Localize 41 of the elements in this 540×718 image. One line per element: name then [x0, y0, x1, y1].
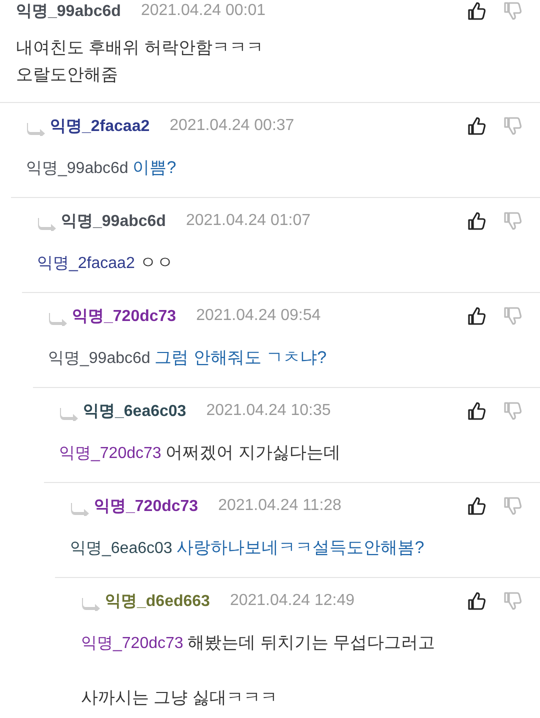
comment-time: 2021.04.24 10:35	[206, 402, 331, 420]
thumbs-down-icon[interactable]	[502, 306, 522, 326]
comment-text: 익명_720dc73 해봤는데 뒤치기는 무섭다그러고 사까시는 그냥 싫대ㅋㅋㅋ	[81, 632, 436, 709]
thumbs-up-icon[interactable]	[466, 211, 486, 231]
thumbs-down-icon[interactable]	[502, 591, 522, 611]
reply-arrow-icon	[26, 122, 46, 136]
thumbs-up-icon[interactable]	[466, 496, 486, 516]
reply-arrow-icon	[37, 217, 57, 231]
thumbs-up-icon[interactable]	[466, 591, 486, 611]
comment-time: 2021.04.24 01:07	[186, 212, 310, 230]
thumbs-down-icon[interactable]	[502, 116, 522, 136]
author-name[interactable]: 익명_2facaa2	[50, 116, 150, 136]
comment-time: 2021.04.24 00:01	[140, 2, 266, 20]
thumbs-up-icon[interactable]	[466, 1, 486, 21]
thumbs-down-icon[interactable]	[502, 496, 522, 516]
thumbs-up-icon[interactable]	[466, 116, 486, 136]
thumbs-down-icon[interactable]	[502, 401, 522, 421]
thumbs-down-icon[interactable]	[502, 211, 522, 231]
comment-text: 익명_720dc73 어쩌겠어 지가싫다는데	[59, 442, 342, 464]
thumbs-up-icon[interactable]	[466, 401, 486, 421]
comment-time: 2021.04.24 12:49	[230, 592, 354, 610]
author-name[interactable]: 익명_99abc6d	[61, 210, 166, 232]
author-name[interactable]: 익명_99abc6d	[16, 0, 121, 22]
reply-arrow-icon	[81, 597, 101, 611]
author-name[interactable]: 익명_6ea6c03	[83, 400, 186, 422]
comment-time: 2021.04.24 09:54	[196, 307, 321, 325]
reply-arrow-icon	[59, 407, 79, 421]
comment-time: 2021.04.24 00:37	[170, 117, 294, 135]
comment-text: 익명_6ea6c03 사랑하나보네ㅋㅋ설득도안해봄?	[70, 537, 426, 559]
thumbs-down-icon[interactable]	[502, 1, 522, 21]
author-name[interactable]: 익명_720dc73	[72, 306, 176, 326]
author-name[interactable]: 익명_720dc73	[94, 496, 198, 516]
reply-arrow-icon	[48, 312, 68, 326]
comment-time: 2021.04.24 11:28	[218, 497, 342, 515]
author-name[interactable]: 익명_d6ed663	[105, 590, 210, 612]
thumbs-up-icon[interactable]	[466, 306, 486, 326]
reply-arrow-icon	[70, 502, 90, 516]
comment-text: 익명_99abc6d 이쁨?	[26, 157, 178, 179]
comment-text: 내여친도 후배위 허락안함ㅋㅋㅋ 오랄도안해줌	[16, 37, 264, 86]
comment-text: 익명_2facaa2 ㅇㅇ	[37, 252, 174, 274]
comment-text: 익명_99abc6d 그럼 안해줘도 ㄱㅊ냐?	[48, 347, 328, 369]
